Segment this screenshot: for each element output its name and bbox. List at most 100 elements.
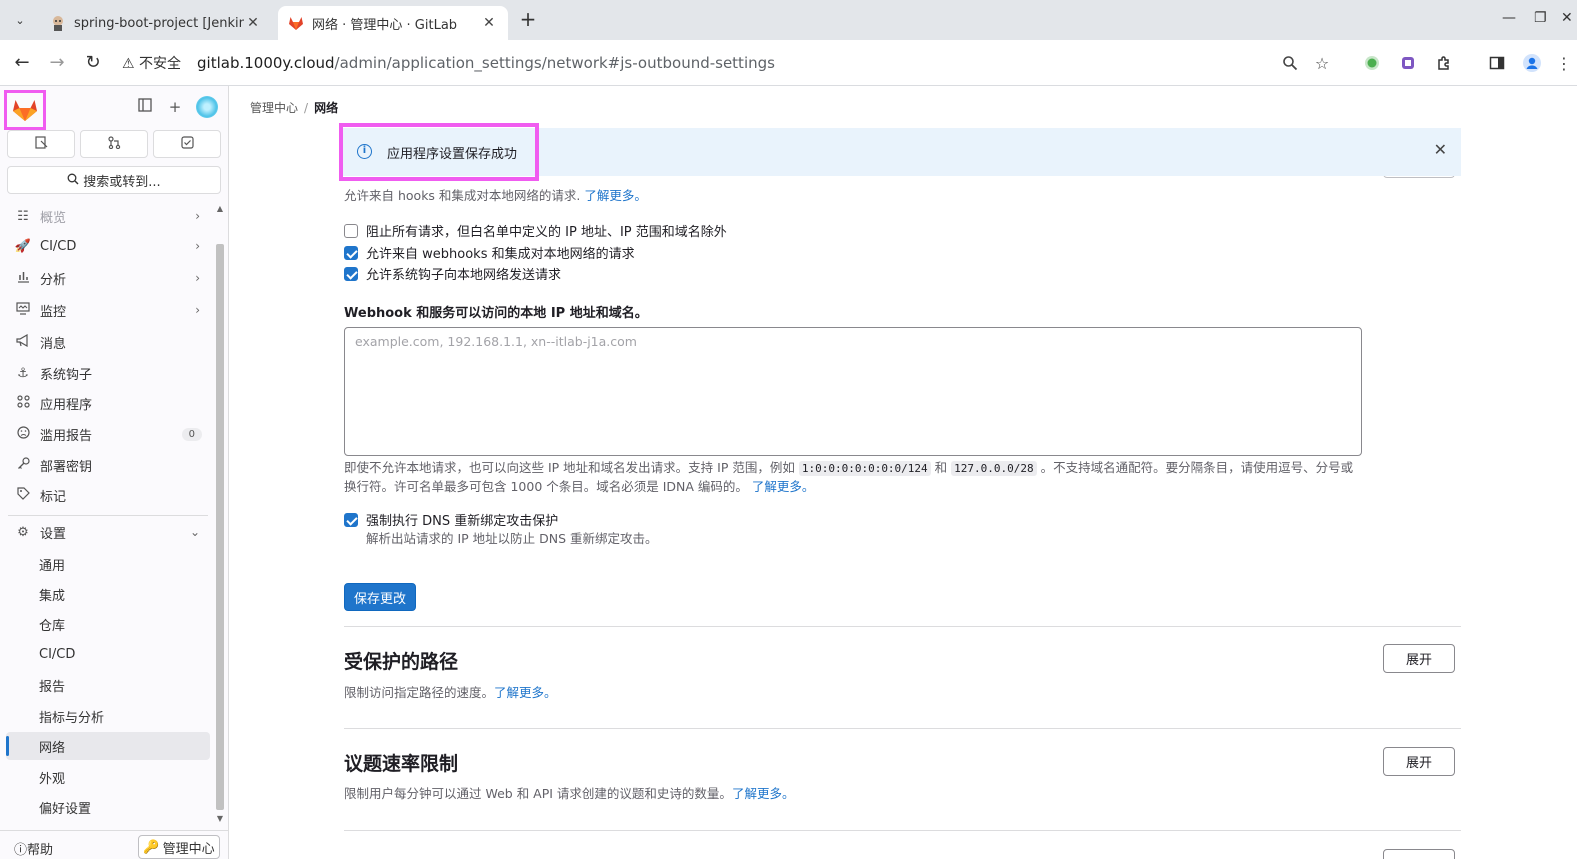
sidepanel-icon[interactable]	[1486, 52, 1508, 74]
checkbox[interactable]	[344, 223, 358, 238]
issues-button[interactable]	[7, 130, 75, 158]
sidebar-subitem-cicd[interactable]: CI/CD	[6, 640, 210, 668]
avatar[interactable]	[196, 96, 218, 118]
sidebar-item-applications[interactable]: 应用程序	[6, 389, 210, 417]
learn-more-link[interactable]: 了解更多。	[584, 188, 647, 203]
sidebar-item-label: CI/CD	[39, 646, 76, 662]
minimize-icon[interactable]: —	[1502, 10, 1516, 26]
checkbox[interactable]	[344, 512, 358, 527]
todos-button[interactable]	[153, 130, 221, 158]
bullhorn-icon	[14, 333, 32, 351]
allowlist-placeholder: example.com, 192.168.1.1, xn--itlab-j1a.…	[355, 334, 637, 349]
merge-requests-button[interactable]	[80, 130, 148, 158]
section-title-protected-paths: 受保护的路径	[344, 651, 459, 673]
insecure-warning[interactable]: ⚠ 不安全	[122, 53, 181, 73]
expand-next-section-button[interactable]	[1383, 849, 1455, 859]
sidebar-subitem-appearance[interactable]: 外观	[6, 763, 210, 791]
extension-purple-icon[interactable]	[1397, 52, 1419, 74]
search-button[interactable]: 搜索或转到...	[7, 166, 221, 194]
sidebar-item-label: 分析	[40, 272, 67, 288]
tab-close-icon[interactable]: ✕	[480, 15, 498, 31]
sidebar-item-deploy-keys[interactable]: 部署密钥	[6, 451, 210, 479]
browser-tab-gitlab[interactable]: 网络 · 管理中心 · GitLab ✕	[278, 6, 508, 40]
allowlist-help: 即使不允许本地请求，也可以向这些 IP 地址和域名发出请求。支持 IP 范围，例…	[344, 459, 1364, 496]
help-link[interactable]: ⓘ帮助	[14, 839, 53, 858]
extensions-puzzle-icon[interactable]	[1433, 52, 1455, 74]
todo-icon	[180, 135, 194, 153]
help-text-and: 和	[934, 460, 948, 475]
url-field[interactable]: ⚠ 不安全 gitlab.1000y.cloud/admin/applicati…	[122, 51, 775, 75]
sidebar-subitem-preferences[interactable]: 偏好设置	[6, 793, 210, 821]
browser-addressbar: ← → ↻ ⚠ 不安全 gitlab.1000y.cloud/admin/app…	[0, 40, 1577, 86]
breadcrumb-parent[interactable]: 管理中心	[250, 101, 298, 115]
sidebar-item-messages[interactable]: 消息	[6, 328, 210, 356]
section-divider	[344, 626, 1461, 627]
gitlab-logo-icon[interactable]	[4, 90, 46, 130]
breadcrumb-current[interactable]: 网络	[314, 101, 338, 115]
sidebar-subitem-reporting[interactable]: 报告	[6, 671, 210, 699]
sidebar-item-label: 通用	[39, 558, 66, 574]
outbound-description-text: 允许来自 hooks 和集成对本地网络的请求.	[344, 188, 581, 203]
browser-tab-jenkins[interactable]: spring-boot-project [Jenkins] ✕	[40, 6, 272, 40]
checkbox[interactable]	[344, 245, 358, 260]
sidebar-footer: ⓘ帮助 🔑 管理中心	[0, 830, 228, 859]
forward-icon[interactable]: →	[46, 52, 68, 74]
sidebar-item-labels[interactable]: 标记	[6, 481, 210, 509]
sidebar-subitem-general[interactable]: 通用	[6, 550, 210, 578]
allow-system-hooks-local-checkbox[interactable]: 允许系统钩子向本地网络发送请求	[344, 264, 561, 283]
learn-more-link[interactable]: 了解更多。	[732, 786, 795, 801]
sidebar-toggle-icon[interactable]	[136, 98, 154, 116]
sidebar-item-label: 标记	[40, 489, 67, 505]
zoom-icon[interactable]	[1279, 52, 1301, 74]
sidebar-scrollbar[interactable]	[216, 244, 224, 810]
scroll-up-icon[interactable]: ▲	[215, 204, 225, 213]
back-icon[interactable]: ←	[11, 52, 33, 74]
profile-icon[interactable]	[1521, 52, 1543, 74]
sidebar-item-label: 系统钩子	[40, 367, 93, 383]
sidebar-subitem-metrics[interactable]: 指标与分析	[6, 702, 210, 730]
sidebar-item-system-hooks[interactable]: ⚓ 系统钩子	[6, 359, 210, 387]
block-all-requests-checkbox[interactable]: 阻止所有请求，但白名单中定义的 IP 地址、IP 范围和域名除外	[344, 221, 727, 240]
key-icon	[14, 456, 32, 474]
new-tab-icon[interactable]: +	[516, 8, 540, 32]
tab-title: spring-boot-project [Jenkins]	[74, 15, 244, 31]
browser-menu-icon[interactable]: ⋮	[1553, 52, 1575, 74]
sidebar-item-abuse-reports[interactable]: 滥用报告 0	[6, 420, 210, 448]
scroll-down-icon[interactable]: ▼	[215, 814, 225, 823]
dns-rebinding-checkbox[interactable]: 强制执行 DNS 重新绑定攻击保护	[344, 510, 558, 529]
allowlist-textarea[interactable]: example.com, 192.168.1.1, xn--itlab-j1a.…	[344, 327, 1362, 456]
learn-more-link[interactable]: 了解更多。	[494, 685, 557, 700]
sidebar-item-cicd[interactable]: 🚀 CI/CD ›	[6, 232, 210, 260]
expand-issue-rate-limits-button[interactable]: 展开	[1383, 747, 1455, 776]
code-example-ipv4: 127.0.0.0/28	[951, 461, 1037, 476]
extension-green-icon[interactable]	[1361, 52, 1383, 74]
sidebar-item-settings[interactable]: ⚙ 设置 ⌄	[6, 518, 210, 546]
expand-protected-paths-button[interactable]: 展开	[1383, 644, 1455, 673]
tab-close-icon[interactable]: ✕	[244, 15, 262, 31]
breadcrumb: 管理中心 / 网络	[250, 101, 339, 115]
reload-icon[interactable]: ↻	[82, 52, 104, 74]
close-window-icon[interactable]: ✕	[1561, 10, 1573, 26]
tab-search-chevron-icon[interactable]: ⌄	[8, 8, 32, 32]
sidebar-subitem-repository[interactable]: 仓库	[6, 610, 210, 638]
create-new-icon[interactable]: +	[166, 98, 184, 116]
sidebar-subitem-integrations[interactable]: 集成	[6, 580, 210, 608]
restore-icon[interactable]: ❐	[1534, 10, 1547, 26]
sidebar-subitem-network[interactable]: 网络	[6, 732, 210, 760]
url-path: /admin/application_settings/network#js-o…	[334, 54, 775, 72]
sidebar-item-overview[interactable]: ☷ 概览 ›	[6, 202, 210, 230]
save-changes-button[interactable]: 保存更改	[344, 583, 416, 611]
close-icon[interactable]: ✕	[1434, 140, 1447, 159]
sidebar-item-label: 仓库	[39, 618, 66, 634]
outbound-description: 允许来自 hooks 和集成对本地网络的请求. 了解更多。	[344, 185, 647, 204]
sidebar-item-analytics[interactable]: 分析 ›	[6, 264, 210, 292]
sidebar-item-monitoring[interactable]: 监控 ›	[6, 296, 210, 324]
monitor-icon	[14, 301, 32, 319]
label-icon	[14, 486, 32, 504]
learn-more-link[interactable]: 了解更多。	[752, 479, 815, 494]
allow-webhooks-local-checkbox[interactable]: 允许来自 webhooks 和集成对本地网络的请求	[344, 243, 635, 262]
checkbox[interactable]	[344, 266, 358, 281]
chevron-right-icon: ›	[195, 271, 200, 285]
bookmark-star-icon[interactable]: ☆	[1311, 52, 1333, 74]
admin-area-button[interactable]: 🔑 管理中心	[138, 835, 220, 859]
